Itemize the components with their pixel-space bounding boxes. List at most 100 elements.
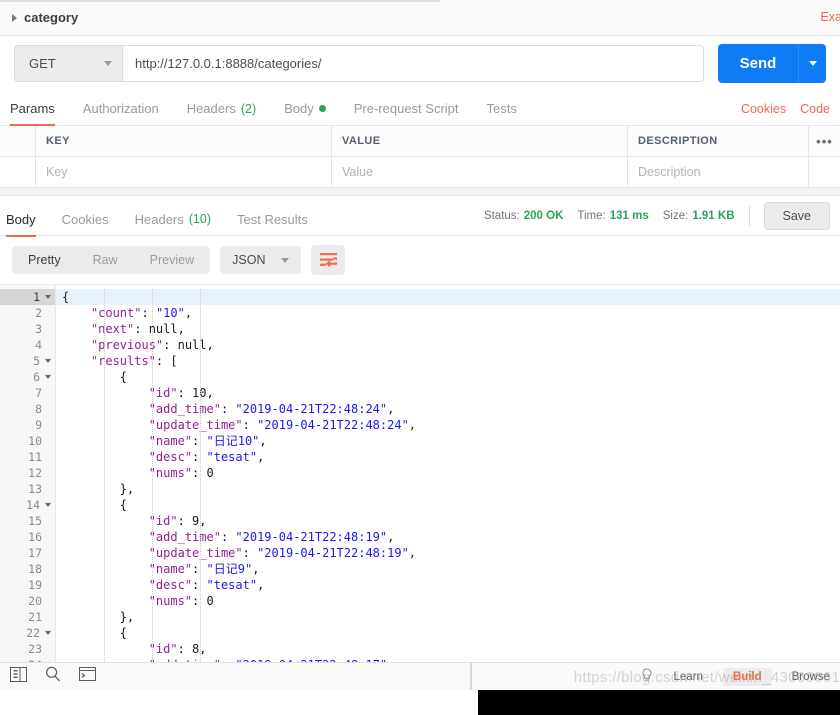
view-mode-raw[interactable]: Raw <box>77 246 134 274</box>
params-row-checkbox[interactable] <box>0 157 36 187</box>
code-line-number: 13 <box>0 481 55 497</box>
line-number-value: 21 <box>28 610 42 624</box>
code-line-number: 5 <box>0 353 55 369</box>
console-icon[interactable] <box>79 667 96 686</box>
code-token: : <box>220 402 236 416</box>
code-token: : <box>177 642 193 656</box>
code-token: "desc" <box>62 450 193 464</box>
code-fold-toggle-icon[interactable] <box>45 631 51 635</box>
code-token: "id" <box>62 642 178 656</box>
params-key-input[interactable]: Key <box>36 157 332 187</box>
code-fold-toggle-icon[interactable] <box>45 295 51 299</box>
code-line: { <box>56 497 840 513</box>
code-token: 0 <box>206 594 214 608</box>
response-tab-body[interactable]: Body <box>6 212 36 237</box>
code-fold-toggle-icon[interactable] <box>45 375 51 379</box>
request-tab-params[interactable]: Params <box>10 101 55 126</box>
request-tab-category[interactable]: category <box>0 0 92 36</box>
line-number-value: 17 <box>28 546 42 560</box>
request-tab-label: Pre-request Script <box>353 101 459 116</box>
line-number-value: 18 <box>28 562 42 576</box>
code-line: "desc": "tesat", <box>56 449 840 465</box>
code-fold-toggle-icon[interactable] <box>45 503 51 507</box>
code-token: "add_time" <box>62 530 221 544</box>
request-tab-pre-request-script[interactable]: Pre-request Script <box>354 101 459 125</box>
code-line-number: 6 <box>0 369 55 385</box>
code-line: "results": [ <box>56 353 840 369</box>
search-icon[interactable] <box>45 666 61 687</box>
response-tab-cookies[interactable]: Cookies <box>62 212 109 236</box>
time-value: 131 ms <box>609 210 649 222</box>
link-cookies[interactable]: Cookies <box>741 102 786 116</box>
code-token: "name" <box>62 562 193 576</box>
code-line: "previous": null, <box>56 337 840 353</box>
response-tab-headers[interactable]: Headers (10) <box>135 212 211 236</box>
http-method-select[interactable]: GET <box>14 44 122 82</box>
code-line-number: 1 <box>0 289 55 305</box>
request-tab-label: Headers <box>186 101 236 116</box>
code-line: "update_time": "2019-04-21T22:48:19", <box>56 545 840 561</box>
footer-item-learn[interactable]: Learn <box>673 671 702 683</box>
chevron-right-icon[interactable] <box>12 13 17 22</box>
request-tab-count: (2) <box>240 101 257 116</box>
code-token: { <box>62 370 128 384</box>
view-mode-toggle: Pretty Raw Preview <box>12 246 211 274</box>
request-tab-body[interactable]: Body <box>284 101 326 125</box>
request-tab-label: category <box>24 10 79 25</box>
code-line: "id": 10, <box>56 385 840 401</box>
time-label: Time: <box>577 210 606 222</box>
line-number-value: 9 <box>35 418 42 432</box>
response-format-select[interactable]: JSON <box>220 246 302 274</box>
bottom-white-gap <box>0 690 478 715</box>
code-token: "2019-04-21T22:48:19" <box>235 530 388 544</box>
params-description-input[interactable]: Description <box>628 157 809 187</box>
footer-item-browse[interactable]: Browse <box>792 671 830 683</box>
line-number-value: 6 <box>33 370 40 384</box>
request-tab-tests[interactable]: Tests <box>487 101 517 125</box>
code-fold-toggle-icon[interactable] <box>45 359 51 363</box>
send-button[interactable]: Send <box>718 43 798 83</box>
examples-link[interactable]: Exa <box>820 10 840 24</box>
response-tab-test-results[interactable]: Test Results <box>237 212 308 236</box>
request-tab-headers[interactable]: Headers (2) <box>187 101 256 125</box>
line-number-value: 4 <box>35 338 42 352</box>
bulb-icon[interactable] <box>641 667 653 686</box>
line-number-value: 3 <box>35 322 42 336</box>
link-code[interactable]: Code <box>800 102 830 116</box>
request-tab-authorization[interactable]: Authorization <box>83 101 159 125</box>
code-token: "id" <box>62 514 178 528</box>
code-token: "next" <box>62 322 135 336</box>
line-number-value: 16 <box>28 530 42 544</box>
params-value-input[interactable]: Value <box>332 157 628 187</box>
code-line: { <box>56 289 840 305</box>
line-number-value: 14 <box>26 498 40 512</box>
code-line-number: 16 <box>0 529 55 545</box>
footer-item-build[interactable]: Build <box>722 667 772 686</box>
code-token: , <box>206 338 214 352</box>
code-token: , <box>387 530 395 544</box>
send-options-button[interactable] <box>798 43 826 83</box>
sidebar-toggle-icon[interactable] <box>10 666 27 687</box>
code-token: null <box>148 322 178 336</box>
code-line-number: 15 <box>0 513 55 529</box>
view-mode-preview[interactable]: Preview <box>134 246 210 274</box>
size-label: Size: <box>662 210 689 222</box>
word-wrap-icon[interactable] <box>311 245 346 275</box>
params-header-key: KEY <box>36 126 332 156</box>
line-number-value: 20 <box>28 594 42 608</box>
save-response-button[interactable]: Save <box>763 202 830 230</box>
code-token: , <box>252 562 260 576</box>
view-mode-pretty[interactable]: Pretty <box>12 246 77 274</box>
line-number-value: 8 <box>35 402 42 416</box>
code-lines[interactable]: { "count": "10", "next": null, "previous… <box>56 285 840 665</box>
line-number-value: 7 <box>35 386 42 400</box>
code-token: "2019-04-21T22:48:24" <box>257 418 409 432</box>
response-bar: Body Cookies Headers (10) Test Results Statu… <box>0 196 840 237</box>
params-header-description: DESCRIPTION <box>628 126 809 156</box>
response-body-code-viewer[interactable]: 123456789101112131415161718192021222324 … <box>0 284 840 665</box>
params-bulk-edit-menu[interactable]: ••• <box>809 126 840 156</box>
code-token: : <box>220 530 236 544</box>
params-select-all-cell[interactable] <box>0 126 36 156</box>
request-url-input[interactable] <box>122 44 704 82</box>
code-token: "日记9" <box>206 562 253 576</box>
